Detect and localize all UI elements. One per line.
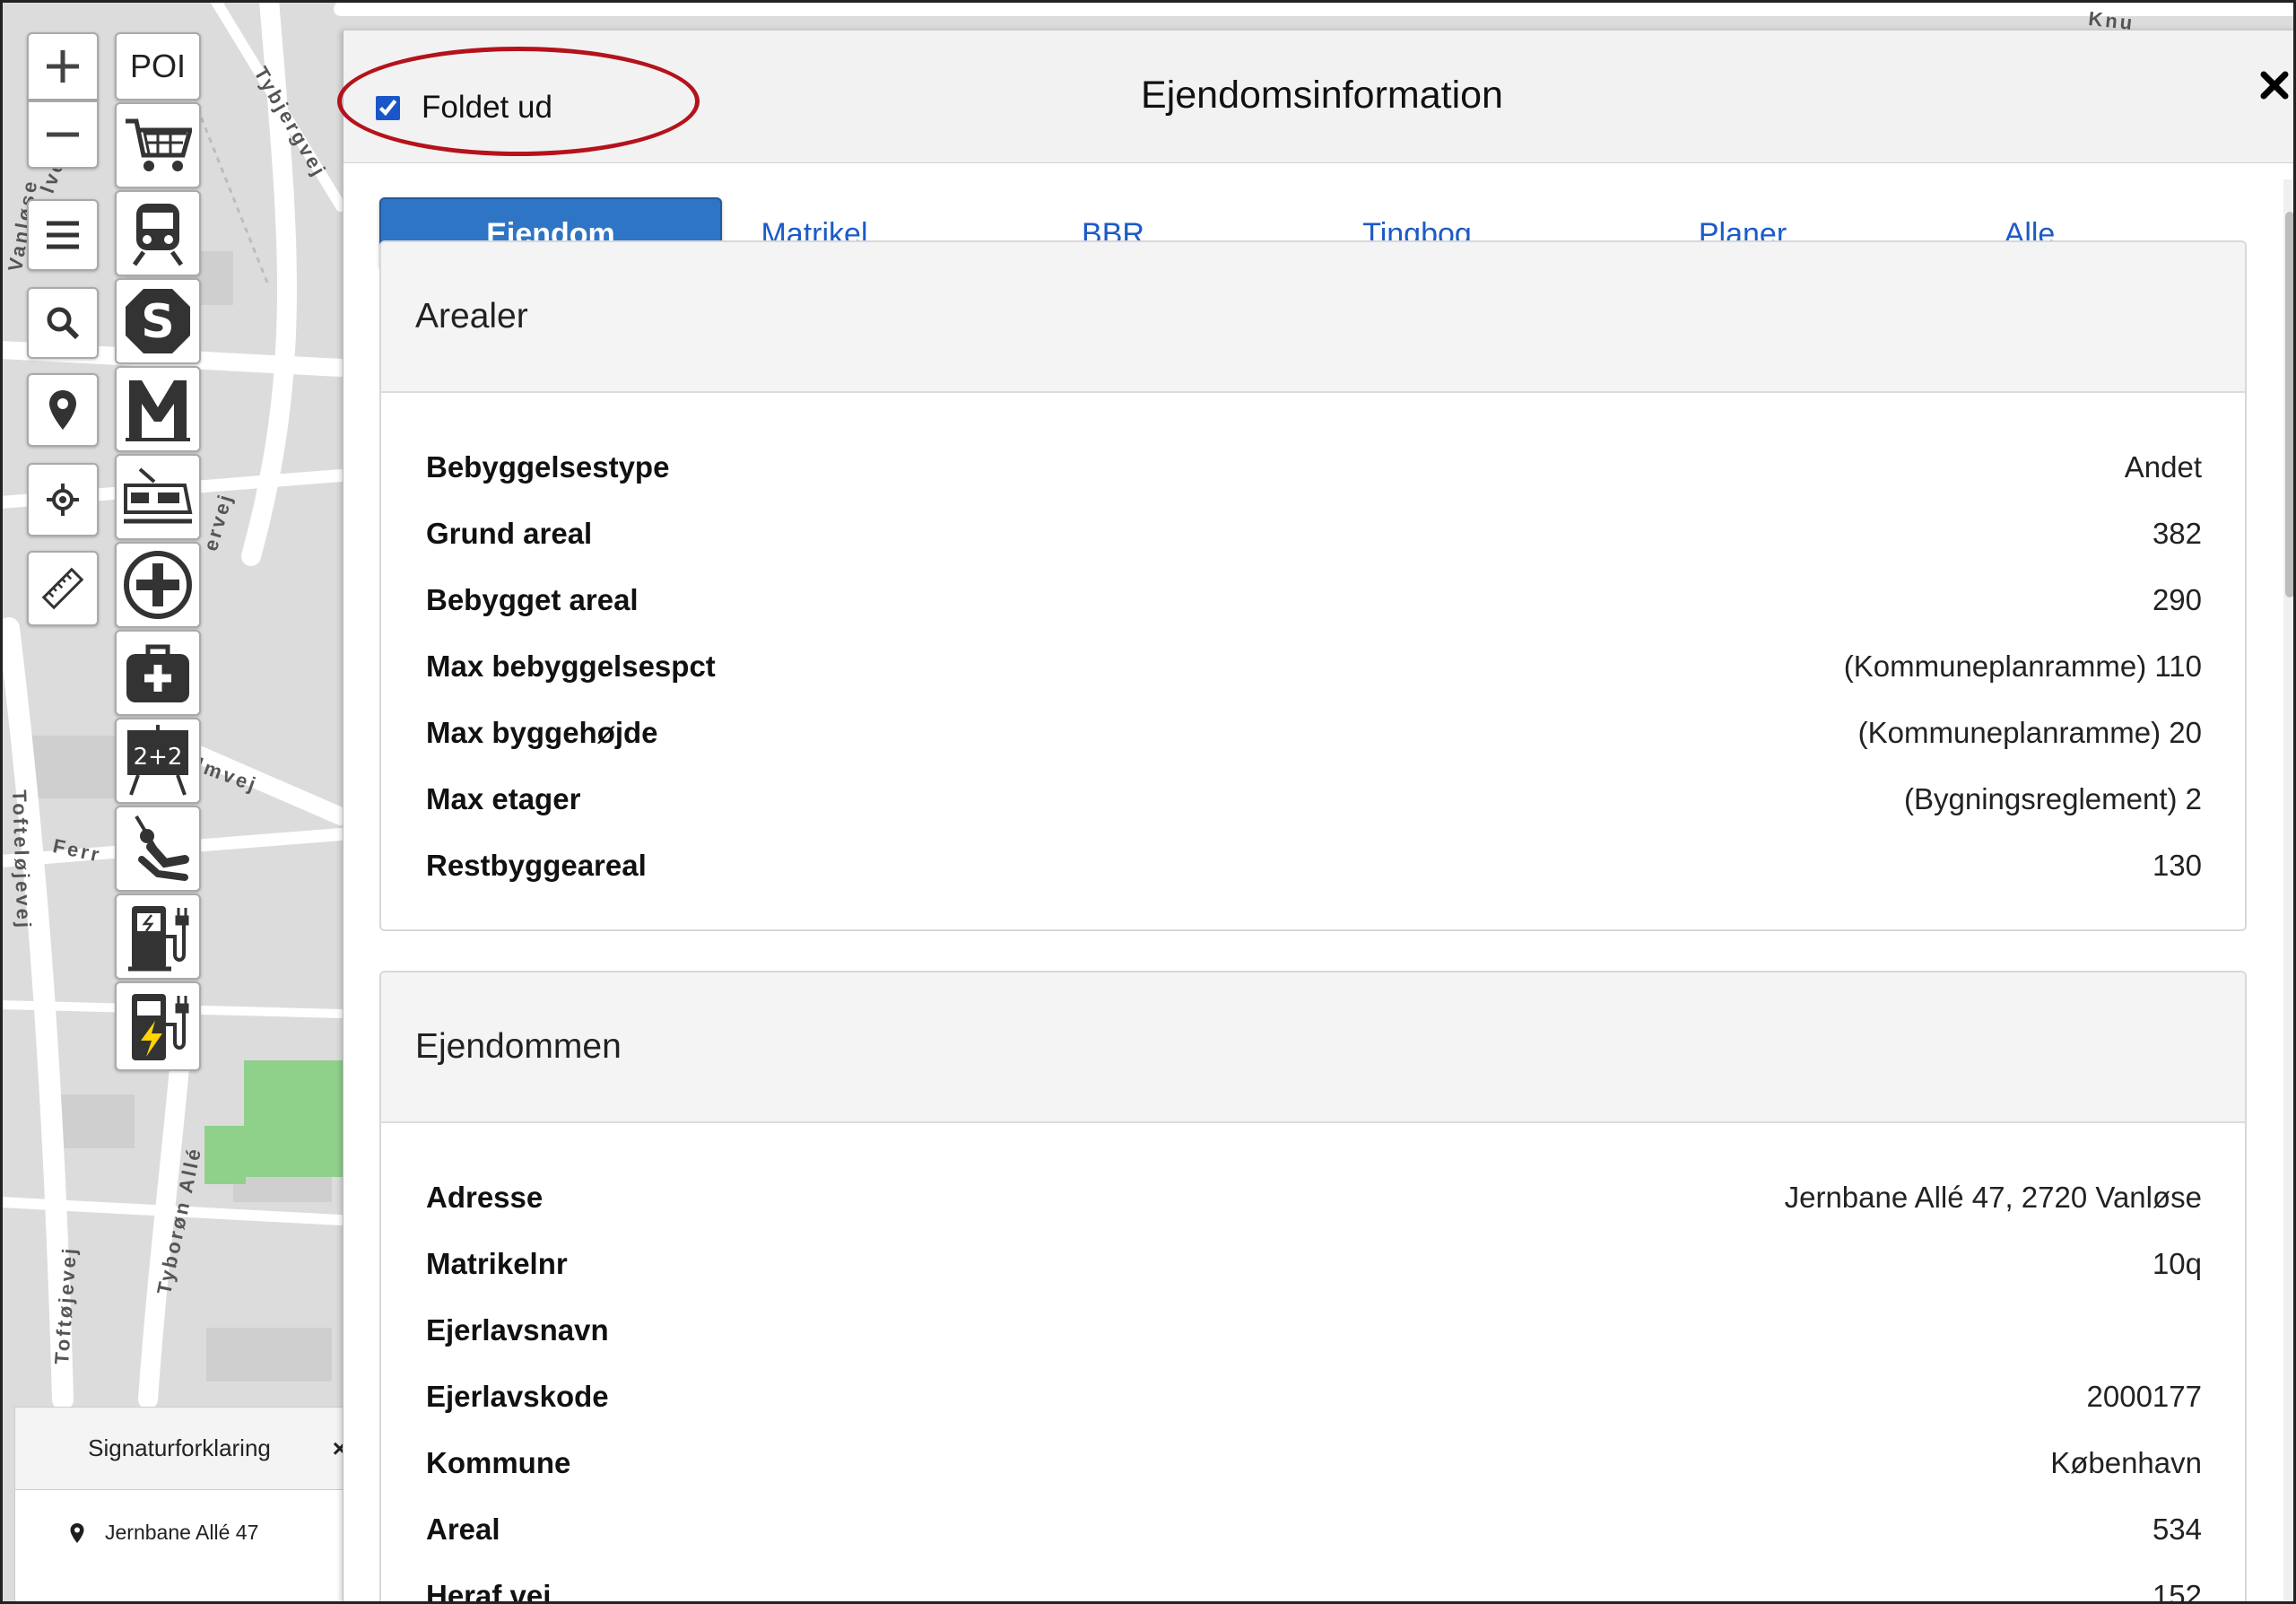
info-row: Max etager (Bygningsreglement) 2 [381, 766, 2245, 833]
minus-icon [47, 132, 79, 137]
property-info-panel: Foldet ud Ejendomsinformation Ejendom Ma… [343, 31, 2296, 1604]
info-key: Adresse [426, 1181, 544, 1214]
info-key: Matrikelnr [426, 1247, 568, 1280]
info-value: 152 [2152, 1579, 2202, 1604]
info-key: Grund areal [426, 517, 593, 550]
panel-scrollbar[interactable] [2283, 179, 2296, 1604]
info-row: Bebyggelsestype Andet [381, 434, 2245, 501]
info-value: Andet [2124, 450, 2202, 484]
info-value: København [2050, 1446, 2202, 1479]
info-row: Restbyggeareal 130 [381, 833, 2245, 899]
panel-close-button[interactable] [2259, 70, 2290, 105]
poi-doctor-button[interactable] [115, 630, 201, 716]
poi-light-rail-button[interactable] [115, 454, 201, 540]
zoom-in-button[interactable] [27, 32, 99, 100]
info-value: 382 [2152, 517, 2202, 550]
info-key: Bebyggelsestype [426, 450, 670, 484]
layers-menu-button[interactable] [27, 199, 99, 271]
section-arealer: Arealer Bebyggelsestype Andet Grund areal… [379, 240, 2247, 931]
info-key: Heraf vej [426, 1579, 552, 1604]
search-icon [47, 307, 80, 340]
svg-text:2+2: 2+2 [134, 744, 183, 771]
location-button[interactable] [27, 373, 99, 447]
legend-header: Signaturforklaring × [15, 1408, 347, 1490]
info-value: 290 [2152, 583, 2202, 616]
train-icon [132, 204, 184, 266]
highlight-annotation [337, 47, 700, 156]
info-row: Heraf vej 152 [381, 1563, 2245, 1604]
ruler-icon [41, 567, 84, 610]
svg-text:S: S [141, 295, 174, 349]
info-row: Bebygget areal 290 [381, 567, 2245, 633]
info-key: Areal [426, 1512, 500, 1546]
close-icon [2260, 71, 2289, 100]
poi-school-button[interactable]: 2+2 [115, 718, 201, 804]
poi-s-train-button[interactable]: S [115, 278, 201, 364]
street-label: Tofteløjevej [8, 789, 36, 931]
swing-icon [135, 815, 189, 881]
poi-playground-button[interactable] [115, 806, 201, 892]
school-board-icon: 2+2 [127, 725, 188, 796]
legend-item-label: Jernbane Allé 47 [105, 1521, 259, 1544]
legend-panel: Signaturforklaring × Jernbane Allé 47 [14, 1407, 347, 1604]
s-train-icon: S [126, 289, 190, 353]
info-value: 10q [2152, 1247, 2202, 1280]
info-row: Matrikelnr 10q [381, 1231, 2245, 1297]
poi-fast-charging-button[interactable] [115, 981, 201, 1071]
ev-charger-icon [128, 906, 189, 972]
info-key: Max etager [426, 782, 581, 815]
legend-item[interactable]: Jernbane Allé 47 [15, 1490, 344, 1545]
crosshair-icon [47, 484, 79, 516]
info-key: Kommune [426, 1446, 571, 1479]
info-value: 130 [2152, 849, 2202, 882]
info-value: (Bygningsreglement) 2 [1904, 782, 2202, 815]
measure-button[interactable] [27, 551, 99, 626]
info-key: Ejerlavskode [426, 1380, 609, 1413]
poi-toggle-button[interactable]: POI [115, 32, 201, 100]
poi-metro-button[interactable] [115, 366, 201, 452]
info-row: Adresse Jernbane Allé 47, 2720 Vanløse [381, 1164, 2245, 1231]
poi-label: POI [129, 48, 186, 84]
info-key: Max byggehøjde [426, 716, 658, 749]
info-key: Bebygget areal [426, 583, 639, 616]
fast-charger-icon [132, 994, 189, 1060]
medical-kit-icon [126, 644, 189, 702]
shopping-cart-icon [126, 118, 192, 171]
poi-hospital-button[interactable] [115, 542, 201, 628]
info-value: (Kommuneplanramme) 20 [1857, 716, 2202, 749]
info-row: Max bebyggelsespct (Kommuneplanramme) 110 [381, 633, 2245, 700]
menu-icon [47, 221, 79, 249]
section-ejendommen: Ejendommen Adresse Jernbane Allé 47, 2720… [379, 971, 2247, 1604]
info-key: Restbyggeareal [426, 849, 647, 882]
section-title: Arealer [381, 242, 2245, 393]
info-value: Jernbane Allé 47, 2720 Vanløse [1784, 1181, 2202, 1214]
map-pin-icon [49, 390, 76, 430]
poi-shopping-button[interactable] [115, 102, 201, 188]
info-row: Areal 534 [381, 1496, 2245, 1563]
metro-icon [126, 380, 190, 441]
poi-train-button[interactable] [115, 190, 201, 276]
info-row: Grund areal 382 [381, 501, 2245, 567]
info-key: Max bebyggelsespct [426, 649, 716, 683]
info-value: 534 [2152, 1512, 2202, 1546]
info-key: Ejerlavsnavn [426, 1313, 609, 1347]
gps-button[interactable] [27, 463, 99, 536]
plus-circle-icon [124, 551, 192, 619]
info-row: Kommune København [381, 1430, 2245, 1496]
info-row: Max byggehøjde (Kommuneplanramme) 20 [381, 700, 2245, 766]
section-title: Ejendommen [381, 972, 2245, 1123]
search-button[interactable] [27, 287, 99, 359]
map-pin-icon [70, 1522, 84, 1543]
light-rail-icon [124, 467, 193, 524]
info-value: (Kommuneplanramme) 110 [1843, 649, 2202, 683]
poi-charging-button[interactable] [115, 894, 201, 980]
info-row: Ejerlavskode 2000177 [381, 1364, 2245, 1430]
plus-icon [47, 50, 79, 83]
legend-title: Signaturforklaring [88, 1434, 271, 1461]
zoom-out-button[interactable] [27, 100, 99, 169]
info-row: Ejerlavsnavn [381, 1297, 2245, 1364]
scrollbar-thumb[interactable] [2285, 212, 2294, 597]
info-value: 2000177 [2086, 1380, 2202, 1413]
